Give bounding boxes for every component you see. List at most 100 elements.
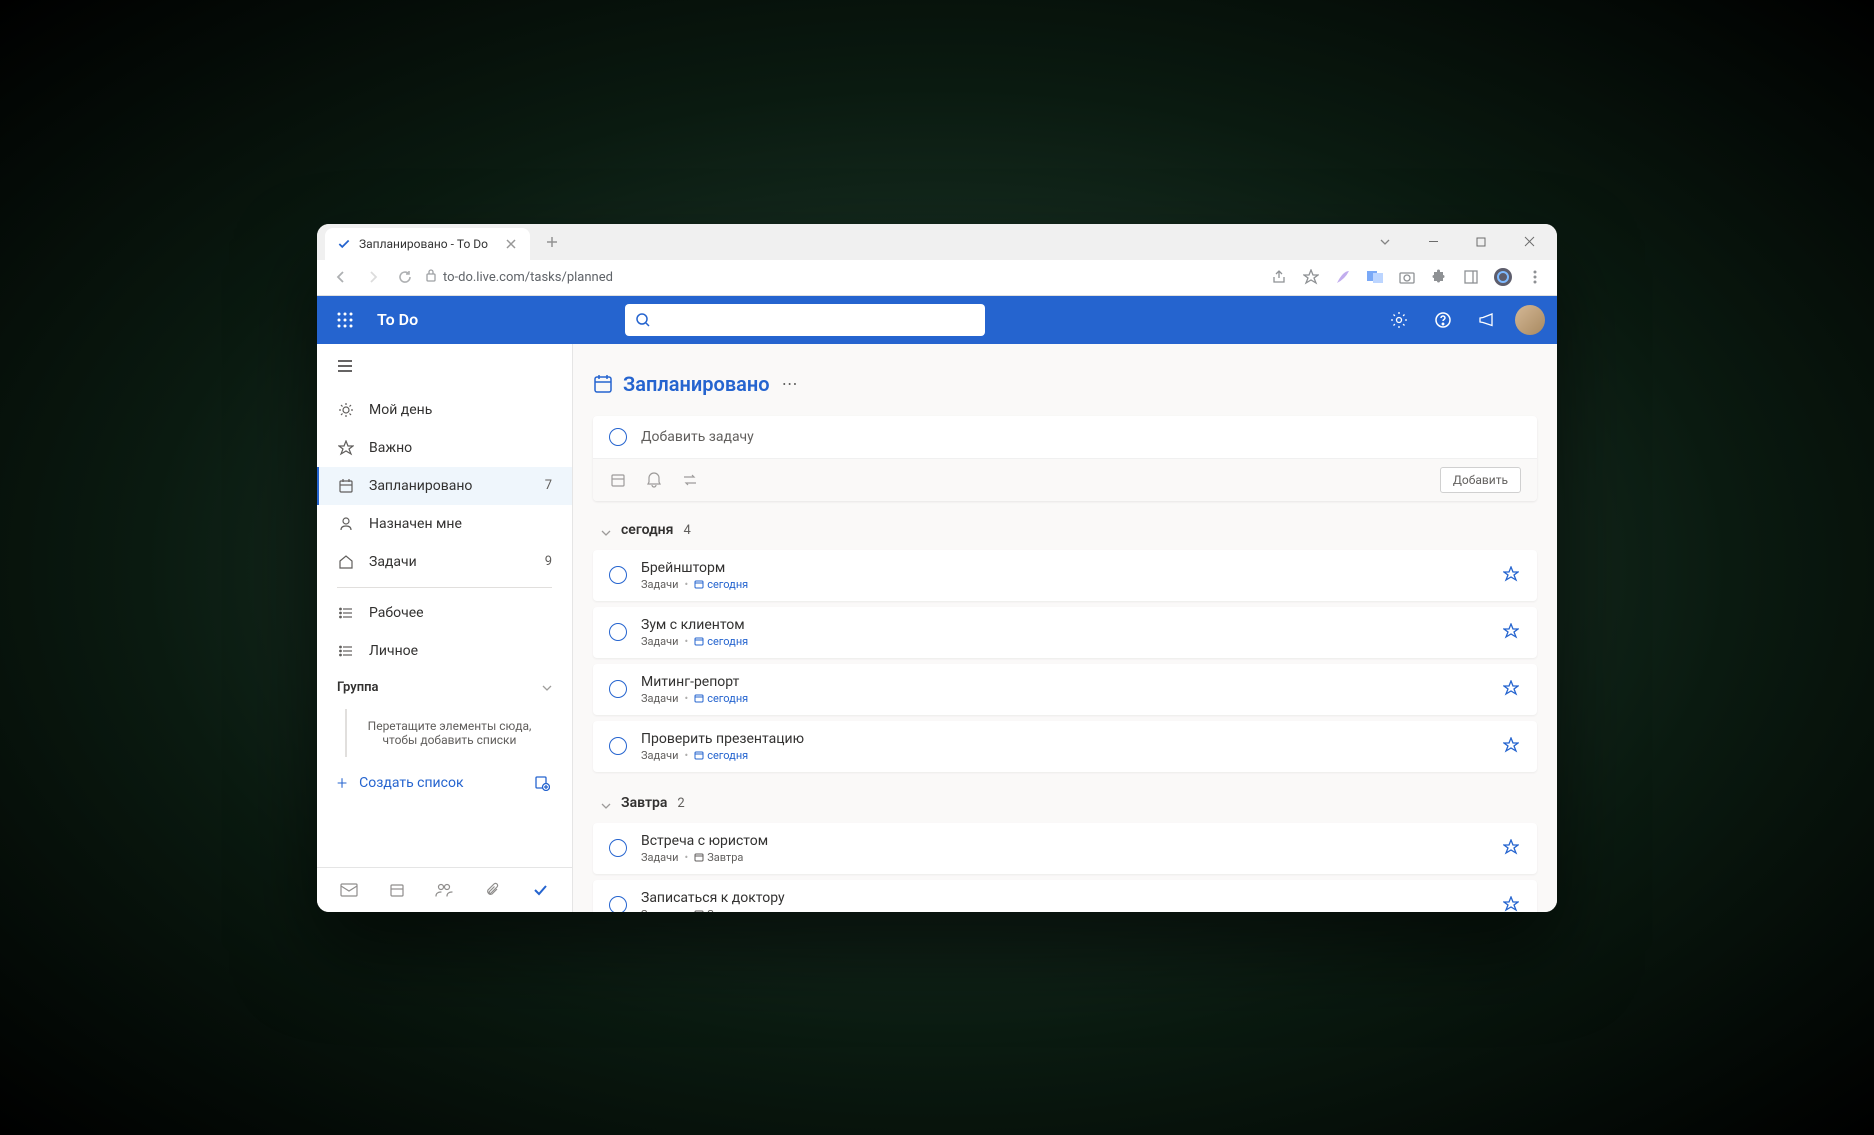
section-title: сегодня [621,522,673,538]
browser-tab[interactable]: Запланировано - To Do [325,228,530,260]
sidebar-item-myday[interactable]: Мой день [317,391,572,429]
star-button[interactable] [1503,680,1521,698]
page-title: Запланировано [593,372,770,396]
tab-title: Запланировано - To Do [359,237,488,251]
profile-icon[interactable] [1493,267,1513,287]
sidepanel-icon[interactable] [1461,267,1481,287]
sidebar-item-label: Личное [369,643,418,659]
app-title: To Do [377,310,418,329]
star-button[interactable] [1503,623,1521,641]
add-task-row[interactable]: Добавить задачу [593,416,1537,458]
search-input[interactable] [625,304,985,336]
megaphone-icon[interactable] [1471,304,1503,336]
due-date-icon[interactable] [609,471,627,489]
task-content: Брейншторм Задачи • сегодня [641,560,1489,591]
sidebar-item-important[interactable]: Важно [317,429,572,467]
task-meta: Задачи • сегодня [641,578,1489,591]
star-button[interactable] [1503,839,1521,857]
add-button[interactable]: Добавить [1440,467,1521,493]
mail-icon[interactable] [339,880,359,900]
reload-button[interactable] [393,265,417,289]
task-content: Зум с клиентом Задачи • сегодня [641,617,1489,648]
complete-checkbox[interactable] [609,896,627,912]
complete-checkbox[interactable] [609,566,627,584]
repeat-icon[interactable] [681,471,699,489]
todo-icon[interactable] [530,880,550,900]
section-header[interactable]: сегодня 4 [593,505,1537,550]
close-tab-icon[interactable] [504,237,518,251]
forward-button[interactable] [361,265,385,289]
section-header[interactable]: Завтра 2 [593,778,1537,823]
puzzle-icon[interactable] [1429,267,1449,287]
close-window-button[interactable] [1509,224,1549,260]
people-icon[interactable] [434,880,454,900]
chevron-down-icon [601,521,611,540]
sidebar-item-label: Назначен мне [369,516,462,532]
calendar-icon[interactable] [387,880,407,900]
complete-checkbox[interactable] [609,623,627,641]
task-list-name: Задачи [641,851,678,864]
feather-icon[interactable] [1333,267,1353,287]
new-tab-button[interactable] [538,228,566,256]
task-row[interactable]: Встреча с юристом Задачи • Завтра [593,823,1537,874]
star-button[interactable] [1503,737,1521,755]
task-row[interactable]: Проверить презентацию Задачи • сегодня [593,721,1537,772]
reminder-icon[interactable] [645,471,663,489]
sidebar-item-planned[interactable]: Запланировано 7 [317,467,572,505]
todo-favicon-icon [337,237,351,251]
complete-checkbox[interactable] [609,737,627,755]
section-count: 2 [677,796,684,811]
menu-icon[interactable] [1525,267,1545,287]
attachment-icon[interactable] [482,880,502,900]
star-icon[interactable] [1301,267,1321,287]
group-drop-zone[interactable]: Перетащите элементы сюда, чтобы добавить… [345,709,552,757]
maximize-button[interactable] [1461,224,1501,260]
group-header[interactable]: Группа [317,670,572,705]
task-row[interactable]: Записаться к доктору Задачи • Завтра [593,880,1537,912]
star-button[interactable] [1503,566,1521,584]
back-button[interactable] [329,265,353,289]
task-meta: Задачи • сегодня [641,749,1489,762]
app-launcher-icon[interactable] [329,304,361,336]
star-button[interactable] [1503,896,1521,912]
sidebar-item-tasks[interactable]: Задачи 9 [317,543,572,581]
task-due: Завтра [694,851,743,864]
add-task-input[interactable]: Добавить задачу [641,429,1521,445]
task-title: Проверить презентацию [641,731,1489,747]
task-due: сегодня [694,578,748,591]
task-row[interactable]: Митинг-репорт Задачи • сегодня [593,664,1537,715]
task-list-name: Задачи [641,692,678,705]
sidebar-item-assigned[interactable]: Назначен мне [317,505,572,543]
sidebar-item-label: Мой день [369,402,432,418]
sidebar-item-custom-personal[interactable]: Личное [317,632,572,670]
url-field[interactable]: to-do.live.com/tasks/planned [425,268,1261,286]
help-icon[interactable] [1427,304,1459,336]
task-title: Брейншторм [641,560,1489,576]
share-icon[interactable] [1269,267,1289,287]
complete-checkbox[interactable] [609,839,627,857]
sidebar-item-custom-work[interactable]: Рабочее [317,594,572,632]
translate-icon[interactable] [1365,267,1385,287]
chevron-down-icon [542,680,552,695]
calendar-icon [593,374,613,394]
create-group-icon[interactable] [532,773,552,793]
sidebar-item-label: Задачи [369,554,417,570]
task-title: Записаться к доктору [641,890,1489,906]
minimize-button[interactable] [1413,224,1453,260]
sidebar: Мой день Важно Запланировано 7 Назначен … [317,344,573,912]
settings-icon[interactable] [1383,304,1415,336]
task-meta: Задачи • Завтра [641,908,1489,912]
list-options-button[interactable]: ⋯ [782,374,798,393]
star-icon [337,439,355,457]
avatar[interactable] [1515,305,1545,335]
list-icon [337,642,355,660]
sidebar-toggle[interactable] [317,344,572,391]
task-row[interactable]: Зум с клиентом Задачи • сегодня [593,607,1537,658]
camera-icon[interactable] [1397,267,1417,287]
create-list-button[interactable]: + Создать список [317,761,572,806]
caret-down-icon[interactable] [1365,224,1405,260]
main-header: Запланировано ⋯ [593,372,1537,396]
task-row[interactable]: Брейншторм Задачи • сегодня [593,550,1537,601]
address-bar: to-do.live.com/tasks/planned [317,260,1557,296]
complete-checkbox[interactable] [609,680,627,698]
